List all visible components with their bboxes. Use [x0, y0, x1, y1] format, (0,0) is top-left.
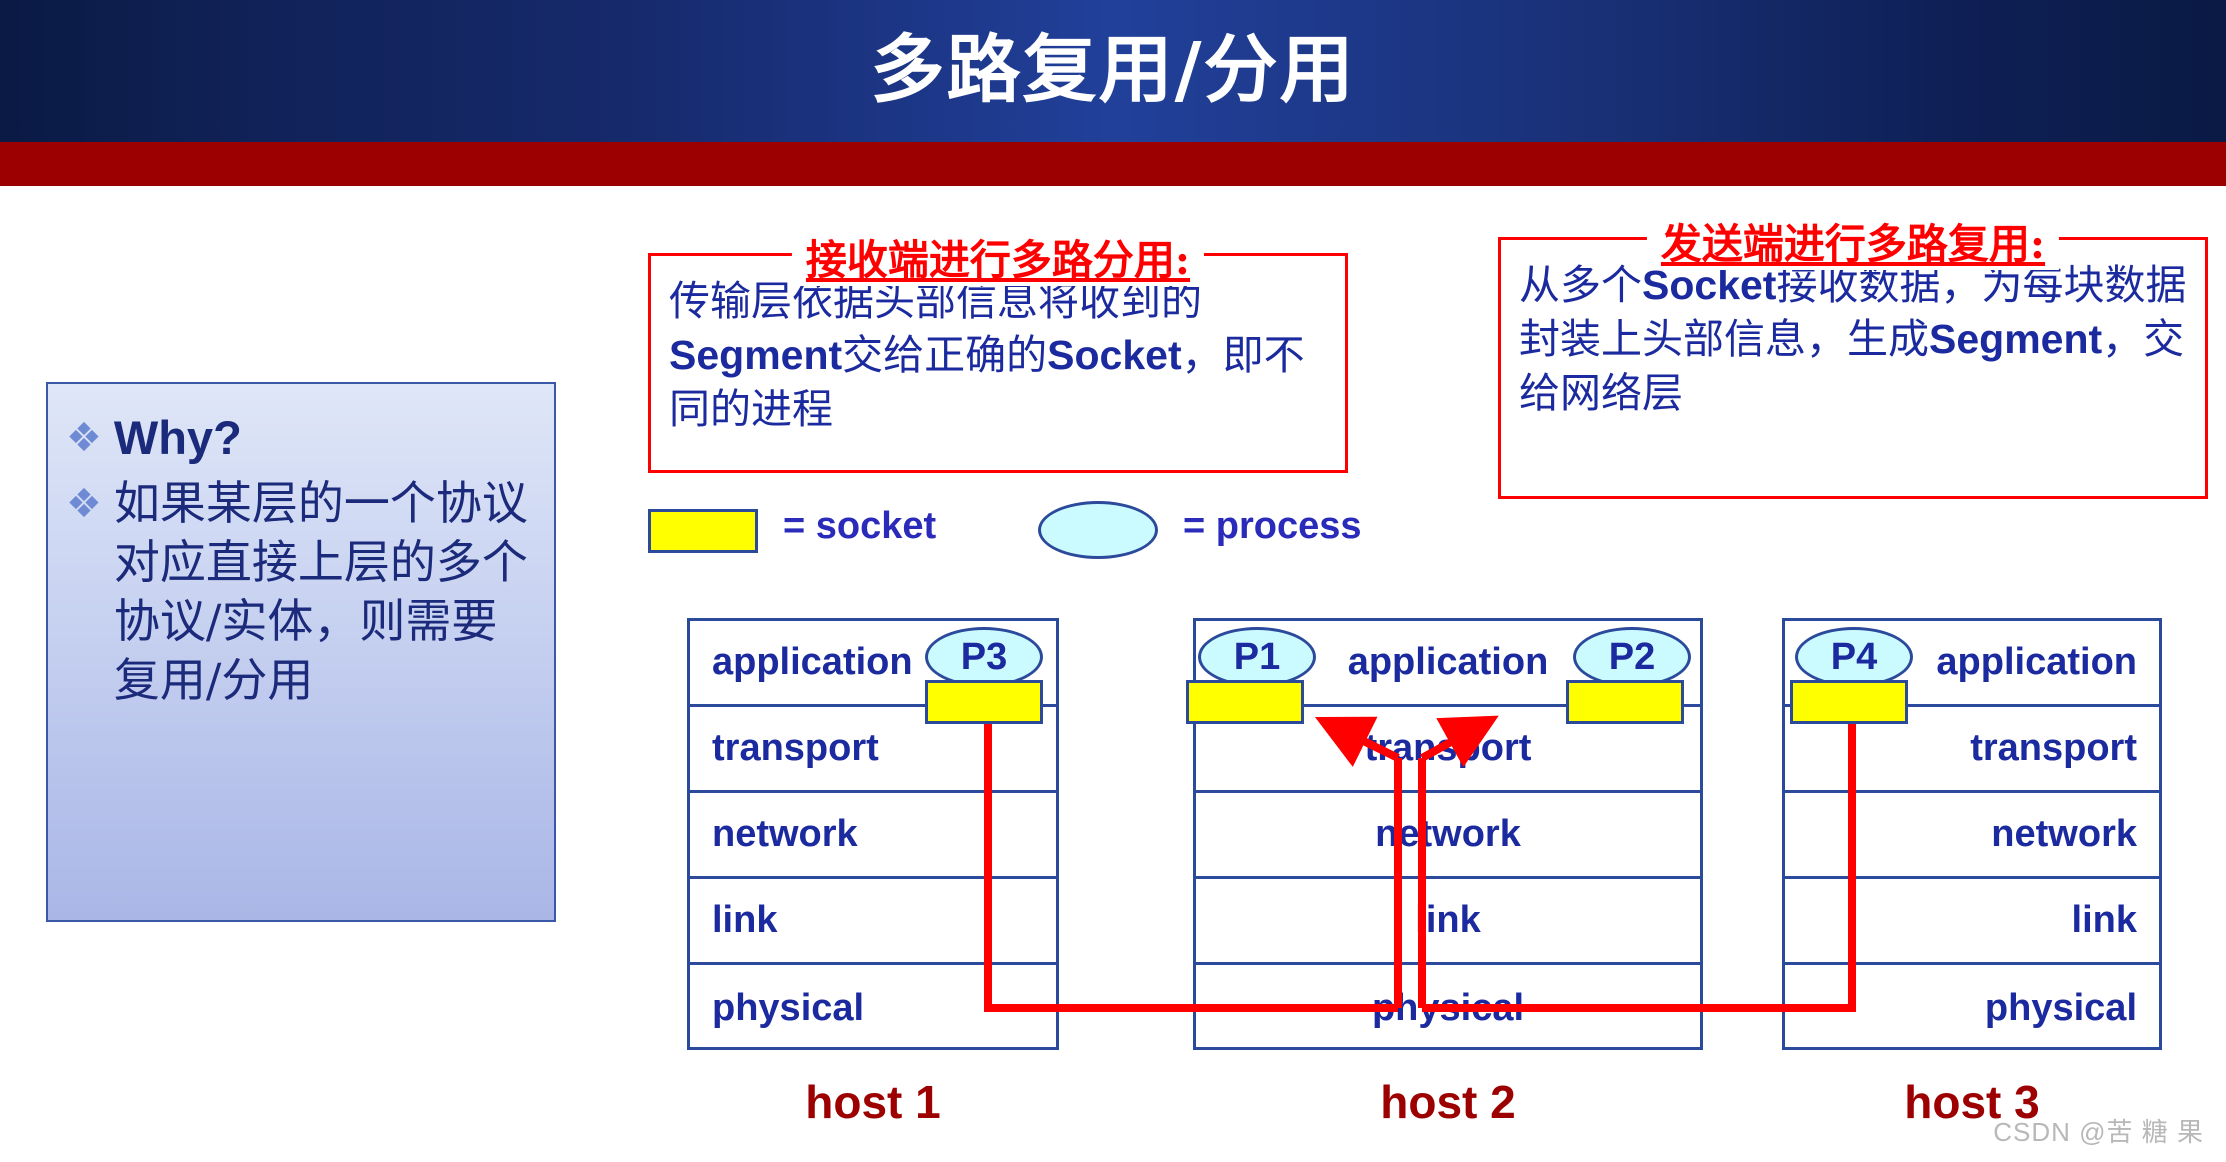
- layer-label: network: [1991, 813, 2137, 855]
- layer-label: network: [712, 813, 858, 855]
- socket-rect-p2: [1566, 680, 1684, 724]
- process-swatch-icon: [1038, 501, 1158, 559]
- layer-label: transport: [1970, 727, 2137, 769]
- why-item-1: ❖ 如果某层的一个协议对应直接上层的多个协议/实体，则需要复用/分用: [66, 474, 536, 710]
- process-oval-p3: P3: [925, 627, 1043, 687]
- callout-demultiplexing-title: 接收端进行多路分用:: [791, 226, 1205, 286]
- diamond-bullet-icon: ❖: [66, 416, 102, 460]
- watermark: CSDN @苦 糖 果: [1993, 1117, 2204, 1147]
- header-accent-rule: [0, 142, 2226, 186]
- diamond-bullet-icon: ❖: [66, 482, 102, 527]
- layer-label: network: [1375, 813, 1521, 855]
- socket-rect-p4: [1790, 680, 1908, 724]
- layer-label: transport: [1364, 727, 1532, 769]
- callout-demultiplexing: 接收端进行多路分用: 传输层依据头部信息将收到的Segment交给正确的Sock…: [648, 226, 1348, 473]
- host-1-caption: host 1: [805, 1076, 941, 1128]
- socket-rect-p1: [1186, 680, 1304, 724]
- process-oval-p4: P4: [1795, 627, 1913, 687]
- why-item-0: ❖ Why?: [66, 408, 536, 468]
- page-title: 多路复用/分用: [870, 27, 1356, 113]
- layer-label: link: [2071, 899, 2137, 941]
- host-2-caption: host 2: [1380, 1076, 1516, 1128]
- host-3-layer-link: link: [1785, 879, 2159, 965]
- legend: = socket = process: [648, 501, 1408, 565]
- layer-label: application: [1936, 641, 2137, 683]
- why-item-0-label: Why?: [113, 411, 242, 464]
- host-2-layer-physical: physical: [1196, 965, 1700, 1051]
- layer-label: physical: [712, 986, 865, 1029]
- host-2-layer-network: network: [1196, 793, 1700, 879]
- host-3-layer-physical: physical: [1785, 965, 2159, 1051]
- layer-label: physical: [1984, 986, 2137, 1029]
- why-panel: ❖ Why? ❖ 如果某层的一个协议对应直接上层的多个协议/实体，则需要复用/分…: [46, 382, 556, 922]
- socket-rect-p3: [925, 680, 1043, 724]
- layer-label: physical: [1371, 986, 1525, 1029]
- process-oval-p1: P1: [1198, 627, 1316, 687]
- layer-label: application: [1347, 641, 1549, 683]
- layer-label: application: [712, 641, 913, 683]
- host-3-layer-network: network: [1785, 793, 2159, 879]
- host-2-layer-link: link: [1196, 879, 1700, 965]
- process-oval-p2: P2: [1573, 627, 1691, 687]
- callout-multiplexing: 发送端进行多路复用: 从多个Socket接收数据，为每块数据封装上头部信息，生成…: [1498, 210, 2208, 499]
- host-1-layer-network: network: [690, 793, 1056, 879]
- layer-label: link: [712, 899, 778, 941]
- legend-process-label: = process: [1183, 505, 1362, 547]
- host-1-layer-physical: physical: [690, 965, 1056, 1051]
- socket-swatch-icon: [648, 509, 758, 553]
- legend-socket-label: = socket: [783, 505, 937, 547]
- layer-label: transport: [712, 727, 879, 769]
- callout-multiplexing-title: 发送端进行多路复用:: [1646, 210, 2060, 270]
- layer-label: link: [1415, 899, 1481, 941]
- host-1-layer-link: link: [690, 879, 1056, 965]
- why-item-1-label: 如果某层的一个协议对应直接上层的多个协议/实体，则需要复用/分用: [113, 476, 528, 707]
